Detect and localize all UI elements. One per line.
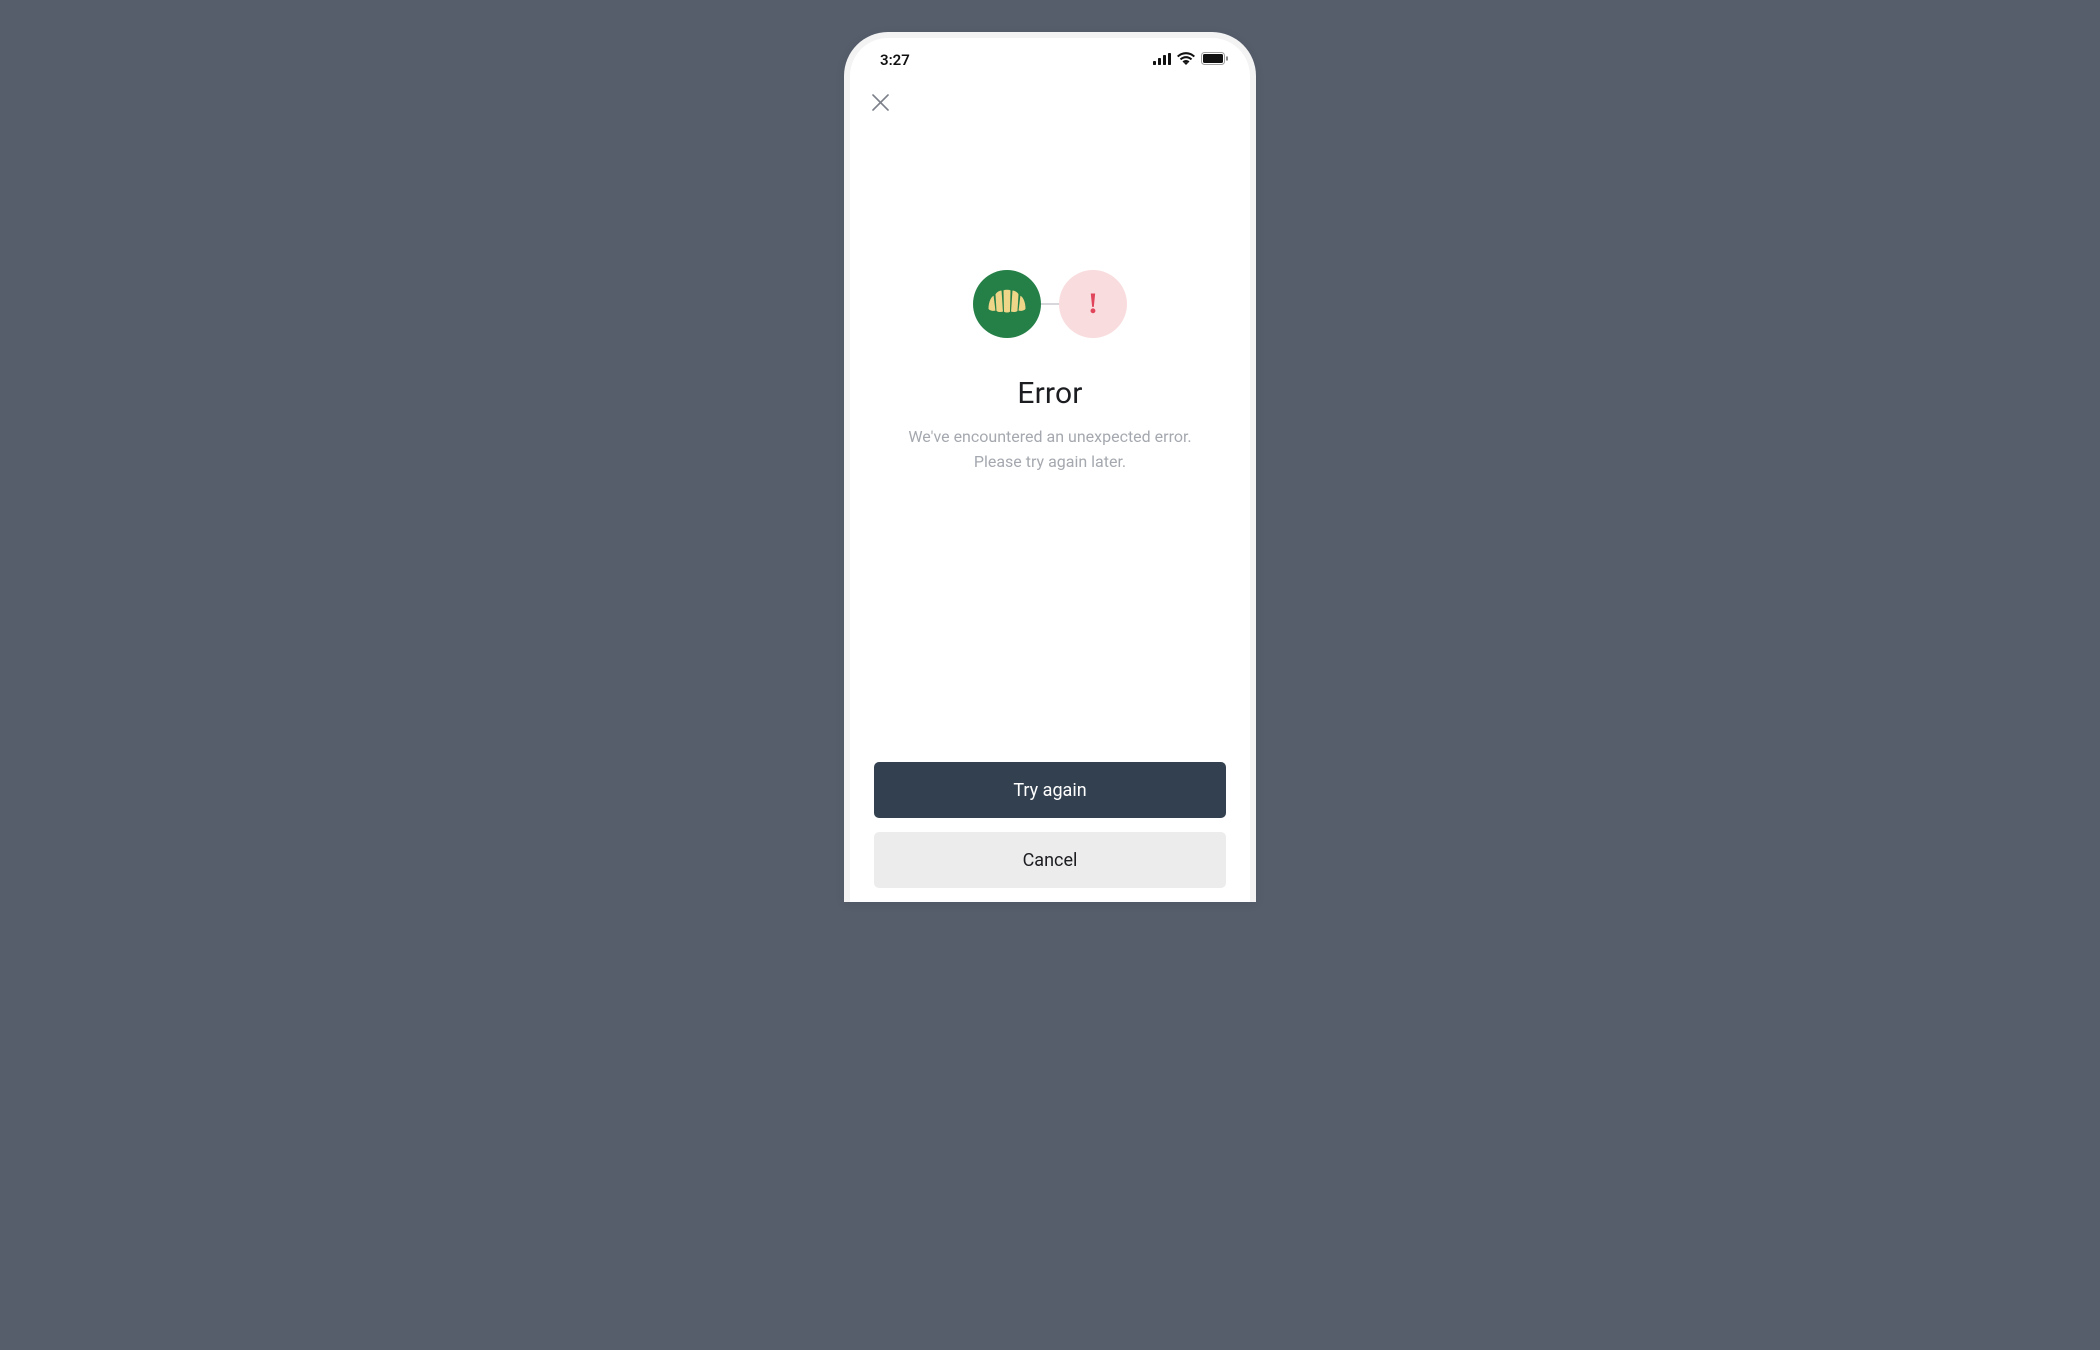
close-icon	[872, 94, 889, 115]
nav-bar	[850, 82, 1250, 122]
cellular-icon	[1153, 51, 1171, 69]
brand-badge	[973, 270, 1041, 338]
error-illustration: !	[973, 270, 1127, 338]
error-message: We've encountered an unexpected error. P…	[908, 425, 1191, 475]
exclamation-icon: !	[1088, 289, 1098, 319]
wifi-icon	[1177, 51, 1195, 69]
cancel-button[interactable]: Cancel	[874, 832, 1226, 888]
status-right	[1153, 51, 1228, 69]
error-title: Error	[1017, 376, 1082, 411]
error-badge: !	[1059, 270, 1127, 338]
battery-icon	[1201, 51, 1228, 69]
status-time: 3:27	[880, 51, 910, 69]
content: ! Error We've encountered an unexpected …	[850, 122, 1250, 902]
phone-frame: 3:27	[844, 32, 1256, 902]
close-button[interactable]	[866, 90, 894, 118]
connector-line	[1039, 303, 1061, 305]
try-again-button[interactable]: Try again	[874, 762, 1226, 818]
status-bar: 3:27	[850, 38, 1250, 82]
stage: 3:27	[350, 0, 1750, 900]
croissant-icon	[986, 287, 1028, 321]
